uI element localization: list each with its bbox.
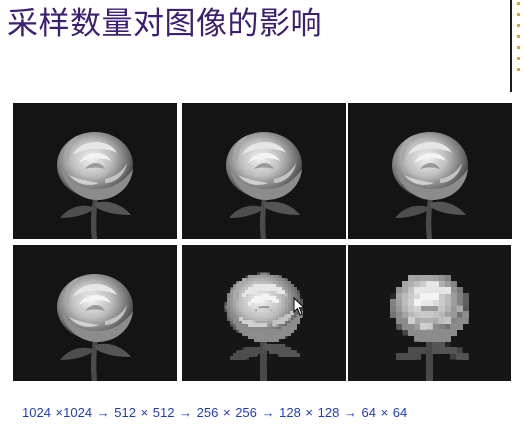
resolution-sequence-caption: 1024 ×1024 → 512 × 512 → 256 × 256 → 128… xyxy=(22,405,408,420)
rose-image xyxy=(182,103,346,239)
rose-image xyxy=(348,103,512,239)
rose-panel-256 xyxy=(348,103,512,239)
rose-image xyxy=(13,245,177,381)
mouse-pointer-icon xyxy=(293,296,306,321)
rose-panel-1024 xyxy=(13,103,177,239)
rose-image xyxy=(13,103,177,239)
rose-image xyxy=(348,245,512,381)
rose-sampling-figure xyxy=(13,103,515,381)
rose-panel-64 xyxy=(182,245,346,381)
decorative-vertical-line xyxy=(510,0,512,92)
rose-image xyxy=(182,245,346,381)
rose-panel-512 xyxy=(182,103,346,239)
decorative-dotted-line xyxy=(517,2,520,74)
slide-title: 采样数量对图像的影响 xyxy=(7,6,322,42)
rose-panel-128 xyxy=(13,245,177,381)
rose-panel-32 xyxy=(348,245,512,381)
